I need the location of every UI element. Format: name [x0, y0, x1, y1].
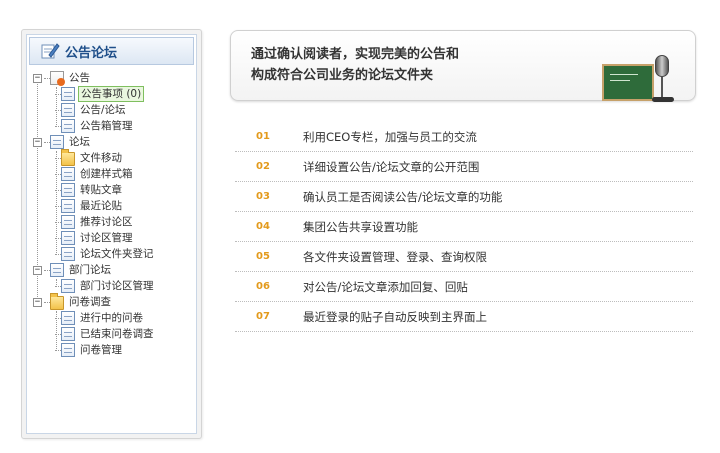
tree-item-label[interactable]: 推荐讨论区 [78, 215, 135, 229]
tree-node-forum[interactable]: − 论坛 [33, 134, 196, 150]
tree-item-recommended[interactable]: 推荐讨论区 [33, 214, 196, 230]
tree-node-notice[interactable]: − 公告 [33, 70, 196, 86]
tree-item-label[interactable]: 讨论区管理 [78, 231, 135, 245]
feature-text: 利用CEO专栏，加强与员工的交流 [303, 129, 477, 144]
tree-item-discussion-admin[interactable]: 讨论区管理 [33, 230, 196, 246]
tree-item-label[interactable]: 公告箱管理 [78, 119, 135, 133]
feature-text: 确认员工是否阅读公告/论坛文章的功能 [303, 189, 503, 204]
feature-item: 01 利用CEO专栏，加强与员工的交流 [235, 122, 693, 152]
feature-number: 07 [256, 311, 270, 322]
document-icon [61, 231, 75, 245]
banner-line-2: 构成符合公司业务的论坛文件夹 [251, 68, 434, 83]
tree-item-dept-discussion-admin[interactable]: 部门讨论区管理 [33, 278, 196, 294]
tree-node-label: 公告 [69, 72, 90, 84]
feature-number: 03 [256, 191, 270, 202]
tree-item-label[interactable]: 转贴文章 [78, 183, 124, 197]
microphone-stand [661, 77, 663, 97]
tree-item-label[interactable]: 最近论贴 [78, 199, 124, 213]
tree-item-survey-ended[interactable]: 已结束问卷调查 [33, 326, 196, 342]
notice-icon [50, 71, 65, 86]
pen-icon [40, 42, 60, 60]
feature-item: 03 确认员工是否阅读公告/论坛文章的功能 [235, 182, 693, 212]
sidebar-title: 公告论坛 [65, 45, 118, 61]
tree-node-survey[interactable]: − 问卷调查 [33, 293, 196, 310]
document-icon [50, 263, 64, 277]
tree-item-label[interactable]: 进行中的问卷 [78, 311, 145, 325]
collapse-toggle[interactable]: − [33, 265, 42, 275]
tree-item-create-style-box[interactable]: 创建样式箱 [33, 166, 196, 182]
feature-text: 对公告/论坛文章添加回复、回贴 [303, 279, 468, 294]
feature-number: 05 [256, 251, 270, 262]
feature-text: 各文件夹设置管理、登录、查询权限 [303, 249, 487, 264]
tree-item-notice-box-admin[interactable]: 公告箱管理 [33, 118, 196, 134]
feature-text: 最近登录的贴子自动反映到主界面上 [303, 309, 487, 324]
chalkboard-icon [602, 64, 654, 101]
microphone-base [652, 97, 674, 102]
tree-item-repost[interactable]: 转贴文章 [33, 182, 196, 198]
tree-item-label[interactable]: 部门讨论区管理 [78, 279, 156, 293]
document-icon [61, 183, 75, 197]
feature-text: 详细设置公告/论坛文章的公开范围 [303, 159, 480, 174]
tree-item-notice-items[interactable]: 公告事项 (0) [33, 86, 196, 102]
feature-item: 05 各文件夹设置管理、登录、查询权限 [235, 242, 693, 272]
document-icon [61, 119, 75, 133]
collapse-toggle[interactable]: − [33, 297, 42, 307]
tree-item-file-move[interactable]: 文件移动 [33, 149, 196, 166]
tree-item-label[interactable]: 创建样式箱 [78, 167, 135, 181]
document-icon [61, 343, 75, 357]
sidebar-panel: 公告论坛 − 公告 公告事项 (0) 公告/论坛 公告箱管理 − 论坛 文件移动… [21, 29, 202, 439]
document-icon [61, 279, 75, 293]
tree-item-label[interactable]: 公告/论坛 [78, 103, 128, 117]
feature-text: 集团公告共享设置功能 [303, 219, 418, 234]
collapse-toggle[interactable]: − [33, 137, 42, 147]
tree-node-label: 问卷调查 [69, 296, 111, 308]
document-icon [61, 103, 75, 117]
tree-item-label[interactable]: 公告事项 (0) [78, 86, 145, 102]
tree-item-survey-admin[interactable]: 问卷管理 [33, 342, 196, 358]
feature-item: 02 详细设置公告/论坛文章的公开范围 [235, 152, 693, 182]
tree-item-label[interactable]: 已结束问卷调查 [78, 327, 156, 341]
banner-line-1: 通过确认阅读者，实现完美的公告和 [251, 47, 460, 62]
folder-icon [50, 293, 64, 310]
sidebar-inner: 公告论坛 − 公告 公告事项 (0) 公告/论坛 公告箱管理 − 论坛 文件移动… [26, 34, 197, 434]
sidebar-header: 公告论坛 [29, 37, 194, 65]
document-icon [61, 247, 75, 261]
intro-banner: 通过确认阅读者，实现完美的公告和 构成符合公司业务的论坛文件夹 [230, 30, 696, 102]
document-icon [61, 199, 75, 213]
document-icon [61, 311, 75, 325]
document-icon [61, 167, 75, 181]
tree-node-label: 部门论坛 [69, 264, 111, 276]
document-icon [50, 135, 64, 149]
tree-item-recent-posts[interactable]: 最近论贴 [33, 198, 196, 214]
tree-node-label: 论坛 [69, 136, 90, 148]
document-icon [61, 215, 75, 229]
tree-item-survey-active[interactable]: 进行中的问卷 [33, 310, 196, 326]
microphone-icon [655, 55, 669, 77]
feature-item: 04 集团公告共享设置功能 [235, 212, 693, 242]
folder-icon [61, 149, 75, 166]
tree-item-label[interactable]: 问卷管理 [78, 343, 124, 357]
document-icon [61, 87, 75, 101]
feature-number: 06 [256, 281, 270, 292]
tree-item-label[interactable]: 文件移动 [78, 151, 124, 165]
tree-node-dept-forum[interactable]: − 部门论坛 [33, 262, 196, 278]
tree-item-notice-forum[interactable]: 公告/论坛 [33, 102, 196, 118]
tree-item-folder-register[interactable]: 论坛文件夹登记 [33, 246, 196, 262]
feature-number: 02 [256, 161, 270, 172]
feature-number: 01 [256, 131, 270, 142]
document-icon [61, 327, 75, 341]
tree-item-label[interactable]: 论坛文件夹登记 [78, 247, 156, 261]
forum-tree: − 公告 公告事项 (0) 公告/论坛 公告箱管理 − 论坛 文件移动 创建样式… [27, 67, 196, 358]
banner-text: 通过确认阅读者，实现完美的公告和 构成符合公司业务的论坛文件夹 [251, 44, 551, 86]
feature-number: 04 [256, 221, 270, 232]
feature-item: 06 对公告/论坛文章添加回复、回贴 [235, 272, 693, 302]
feature-list: 01 利用CEO专栏，加强与员工的交流 02 详细设置公告/论坛文章的公开范围 … [235, 122, 693, 332]
collapse-toggle[interactable]: − [33, 73, 42, 83]
feature-item: 07 最近登录的贴子自动反映到主界面上 [235, 302, 693, 332]
